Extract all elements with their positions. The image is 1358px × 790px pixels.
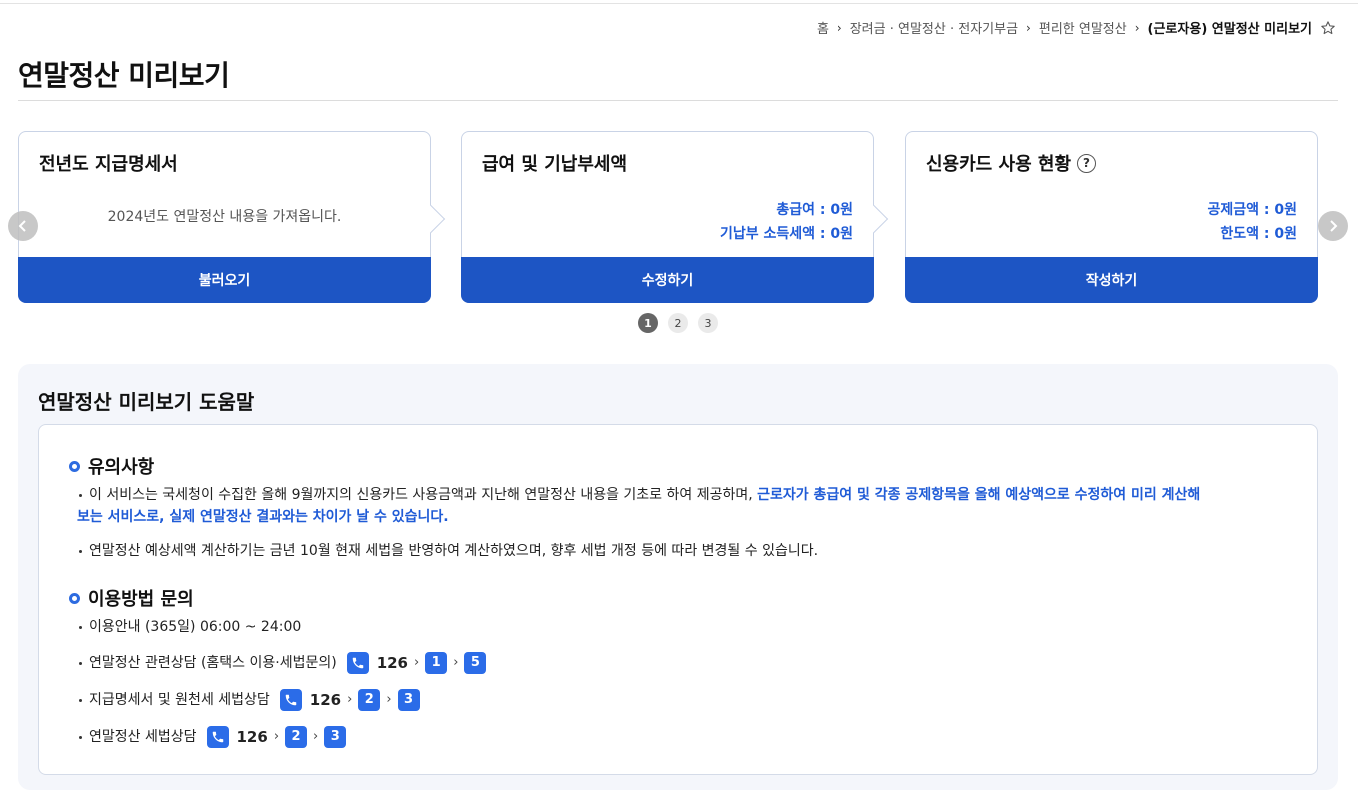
phone-number: 126	[236, 728, 268, 746]
phone-number: 126	[309, 691, 342, 709]
card-title-text: 신용카드 사용 현황	[926, 154, 1072, 175]
card-title: 급여 및 기납부세액	[482, 154, 628, 175]
card-values: 공제금액 : 0원 한도액 : 0원	[1208, 198, 1298, 246]
card-values: 총급여 : 0원 기납부 소득세액 : 0원	[720, 198, 853, 246]
service-hours-text: 이용안내 (365일) 06:00 ~ 24:00	[89, 619, 302, 635]
chevron-right-icon: ›	[1134, 20, 1140, 35]
phone-icon	[279, 689, 302, 711]
service-hours-item: 이용안내 (365일) 06:00 ~ 24:00	[78, 616, 302, 638]
circle-bullet-icon	[69, 592, 80, 604]
slider-pagination: 1 2 3	[638, 313, 718, 333]
contact-item: 지급명세서 및 원천세 세법상담 126 › 2 › 3	[79, 689, 420, 711]
phone-icon	[346, 652, 369, 674]
chevron-right-icon: ›	[273, 729, 280, 744]
keypad-option: 5	[464, 652, 487, 674]
total-salary-value: 총급여 : 0원	[776, 202, 853, 218]
notice-text: 연말정산 예상세액 계산하기는 금년 10월 현재 세법을 반영하여 계산하였으…	[89, 543, 819, 559]
card-title: 신용카드 사용 현황 ?	[926, 150, 1097, 176]
help-icon[interactable]: ?	[1077, 153, 1097, 173]
chevron-right-icon: ›	[836, 20, 842, 35]
page-title: 연말정산 미리보기	[18, 59, 230, 92]
help-content-box: 유의사항 이 서비스는 국세청이 수집한 올해 9월까지의 신용카드 사용금액과…	[38, 424, 1318, 775]
notice-item: 연말정산 예상세액 계산하기는 금년 10월 현재 세법을 반영하여 계산하였으…	[78, 540, 819, 562]
contact-item: 연말정산 세법상담 126 › 2 › 3	[78, 726, 347, 748]
contact-label: 지급명세서 및 원천세 세법상담	[89, 692, 270, 708]
keypad-option: 3	[397, 689, 420, 711]
breadcrumb-current: (근로자용) 연말정산 미리보기	[1147, 22, 1312, 37]
notice-section-title: 유의사항	[69, 453, 154, 479]
contact-label: 연말정산 세법상담	[89, 729, 197, 745]
breadcrumb-home[interactable]: 홈	[817, 18, 829, 37]
keypad-option: 2	[358, 689, 381, 711]
help-panel-title: 연말정산 미리보기 도움말	[38, 390, 255, 414]
slider-next-button[interactable]	[1318, 211, 1348, 241]
card-title: 전년도 지급명세서	[39, 154, 178, 175]
slider-prev-button[interactable]	[8, 211, 38, 241]
contact-label: 연말정산 관련상담 (홈택스 이용·세법문의)	[89, 655, 337, 671]
chevron-right-icon: ›	[453, 655, 459, 670]
keypad-option: 1	[425, 652, 448, 674]
card-salary-tax: 급여 및 기납부세액 총급여 : 0원 기납부 소득세액 : 0원 수정하기	[461, 131, 889, 303]
title-divider	[18, 100, 1338, 101]
chevron-right-icon: ›	[313, 729, 319, 744]
card-credit-card-usage: 신용카드 사용 현황 ? 공제금액 : 0원 한도액 : 0원 작성하기	[905, 131, 1318, 303]
page-dot[interactable]: 1	[638, 313, 658, 333]
circle-bullet-icon	[69, 460, 80, 472]
chevron-right-icon: ›	[414, 655, 420, 670]
page-dot[interactable]: 2	[668, 313, 688, 333]
deduction-amount-value: 공제금액 : 0원	[1207, 202, 1298, 218]
breadcrumb-item-incentive[interactable]: 장려금 · 연말정산 · 전자기부금	[850, 18, 1018, 37]
phone-number: 126	[376, 654, 408, 672]
usage-inquiry-section-title: 이용방법 문의	[69, 585, 194, 611]
phone-icon	[206, 726, 229, 748]
section-title-text: 유의사항	[88, 457, 155, 478]
card-prev-year-statement: 전년도 지급명세서 2024년도 연말정산 내용을 가져옵니다. 불러오기	[18, 131, 446, 303]
keypad-option: 2	[285, 726, 308, 748]
notice-text: 이 서비스는 국세청이 수집한 올해 9월까지의 신용카드 사용금액과 지난해 …	[89, 487, 758, 503]
notice-highlight-text: 보는 서비스로, 실제 연말정산 결과와는 차이가 날 수 있습니다.	[77, 509, 449, 525]
chevron-right-icon: ›	[386, 692, 392, 707]
chevron-right-icon	[1330, 220, 1338, 232]
edit-button[interactable]: 수정하기	[461, 257, 874, 303]
section-title-text: 이용방법 문의	[88, 589, 194, 610]
breadcrumb: 홈 › 장려금 · 연말정산 · 전자기부금 › 편리한 연말정산 › (근로자…	[817, 18, 1336, 37]
write-button[interactable]: 작성하기	[905, 257, 1318, 303]
chevron-right-icon: ›	[347, 692, 353, 707]
card-description: 2024년도 연말정산 내용을 가져옵니다.	[107, 209, 342, 225]
chevron-right-icon: ›	[1026, 20, 1031, 35]
contact-item: 연말정산 관련상담 (홈택스 이용·세법문의) 126 › 1 › 5	[78, 652, 487, 674]
notice-highlight-text: 근로자가 총급여 및 각종 공제항목을 올해 예상액으로 수정하여 미리 계산해	[757, 487, 1201, 503]
prepaid-tax-value: 기납부 소득세액 : 0원	[719, 226, 853, 242]
keypad-option: 3	[324, 726, 347, 748]
help-panel: 연말정산 미리보기 도움말 유의사항 이 서비스는 국세청이 수집한 올해 9월…	[18, 364, 1338, 790]
top-divider	[0, 3, 1358, 4]
chevron-left-icon	[18, 220, 26, 232]
load-button[interactable]: 불러오기	[18, 257, 431, 303]
breadcrumb-item-easy-settlement[interactable]: 편리한 연말정산	[1039, 18, 1127, 37]
notice-item: 이 서비스는 국세청이 수집한 올해 9월까지의 신용카드 사용금액과 지난해 …	[77, 484, 1289, 528]
star-icon[interactable]	[1320, 20, 1336, 36]
limit-amount-value: 한도액 : 0원	[1220, 226, 1297, 242]
card-arrow-connector	[859, 204, 889, 234]
page-dot[interactable]: 3	[698, 313, 718, 333]
